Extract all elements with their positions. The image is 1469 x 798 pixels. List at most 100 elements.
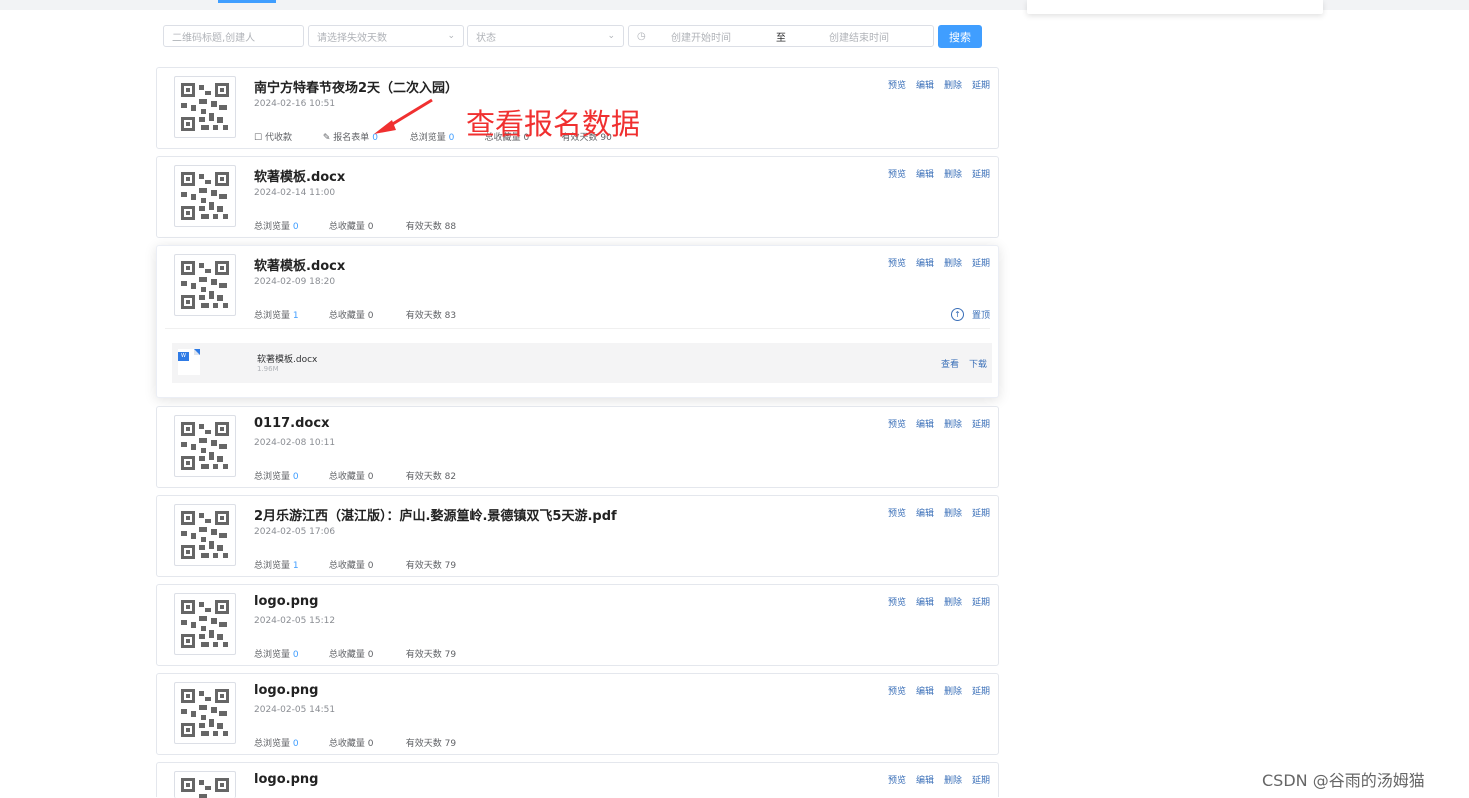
days-stat: 有效天数 79	[406, 647, 456, 660]
delete-link[interactable]: 删除	[944, 81, 962, 91]
delete-link[interactable]: 删除	[944, 687, 962, 697]
pin-to-top-button[interactable]: ↑ 置顶	[950, 308, 990, 321]
clock-icon: ◷	[637, 30, 646, 42]
qr-code-icon	[174, 254, 236, 316]
days-count: 82	[444, 472, 457, 482]
attachment-name: 软著模板.docx	[257, 355, 318, 365]
extend-link[interactable]: 延期	[972, 509, 990, 519]
pin-label: 置顶	[971, 311, 990, 321]
preview-link[interactable]: 预览	[888, 170, 906, 180]
edit-link[interactable]: 编辑	[916, 598, 934, 608]
card-actions: 预览 编辑 删除 延期	[878, 684, 990, 697]
views-stat: 总浏览量 0	[254, 736, 326, 749]
watermark: CSDN @谷雨的汤姆猫	[1262, 771, 1425, 790]
delete-link[interactable]: 删除	[944, 259, 962, 269]
views-count: 0	[292, 222, 299, 232]
card-actions: 预览 编辑 删除 延期	[878, 773, 990, 786]
file-type-tag: W	[178, 352, 189, 361]
card-title: logo.png	[254, 594, 319, 609]
views-count: 0	[292, 650, 299, 660]
delete-link[interactable]: 删除	[944, 776, 962, 786]
qrcode-card: logo.png 预览 编辑 删除 延期	[156, 762, 999, 798]
card-title: logo.png	[254, 772, 319, 787]
favs-stat: 总收藏量 0	[329, 558, 403, 571]
edit-link[interactable]: 编辑	[916, 81, 934, 91]
views-count: 0	[292, 739, 299, 749]
extend-link[interactable]: 延期	[972, 776, 990, 786]
status-select[interactable]: 状态 ⌄	[467, 25, 624, 47]
card-date: 2024-02-05 14:51	[254, 705, 336, 715]
delete-link[interactable]: 删除	[944, 420, 962, 430]
active-tab-indicator	[218, 0, 276, 3]
card-date: 2024-02-05 17:06	[254, 527, 336, 537]
search-placeholder: 二维码标题,创建人	[172, 32, 256, 44]
qr-code-icon	[174, 593, 236, 655]
views-stat: 总浏览量 0	[254, 469, 326, 482]
views-label: 总浏览量	[254, 222, 291, 232]
card-title: 软著模板.docx	[254, 170, 346, 185]
favs-count: 0	[367, 222, 374, 232]
card-stats: 总浏览量 0 总收藏量 0 有效天数 79	[254, 647, 456, 660]
favs-count: 0	[367, 739, 374, 749]
qr-code-icon	[174, 415, 236, 477]
favs-stat: 总收藏量 0	[329, 219, 403, 232]
extend-link[interactable]: 延期	[972, 170, 990, 180]
preview-link[interactable]: 预览	[888, 687, 906, 697]
card-date: 2024-02-05 15:12	[254, 616, 336, 626]
preview-link[interactable]: 预览	[888, 598, 906, 608]
qrcode-card: 2月乐游江西（湛江版）：庐山.婺源篁岭.景德镇双飞5天游.pdf 2024-02…	[156, 495, 999, 577]
views-label: 总浏览量	[254, 472, 291, 482]
delete-link[interactable]: 删除	[944, 509, 962, 519]
days-label: 有效天数	[405, 650, 442, 660]
preview-link[interactable]: 预览	[888, 420, 906, 430]
views-stat: 总浏览量 1	[254, 308, 326, 321]
card-date: 2024-02-14 11:00	[254, 188, 336, 198]
card-date: 2024-02-09 18:20	[254, 277, 336, 287]
days-select[interactable]: 请选择失效天数 ⌄	[308, 25, 464, 47]
edit-link[interactable]: 编辑	[916, 170, 934, 180]
search-input[interactable]: 二维码标题,创建人	[163, 25, 304, 47]
download-file-link[interactable]: 下载	[969, 360, 987, 370]
extend-link[interactable]: 延期	[972, 420, 990, 430]
attachment-actions: 查看 下载	[931, 357, 987, 370]
preview-link[interactable]: 预览	[888, 81, 906, 91]
views-label: 总浏览量	[254, 561, 291, 571]
edit-link[interactable]: 编辑	[916, 259, 934, 269]
card-actions: 预览 编辑 删除 延期	[878, 417, 990, 430]
view-file-link[interactable]: 查看	[941, 360, 959, 370]
extend-link[interactable]: 延期	[972, 259, 990, 269]
qrcode-card: logo.png 2024-02-05 14:51 总浏览量 0 总收藏量 0 …	[156, 673, 999, 755]
date-range-picker[interactable]: ◷ 创建开始时间 至 创建结束时间	[628, 25, 934, 47]
preview-link[interactable]: 预览	[888, 259, 906, 269]
views-stat: 总浏览量 1	[254, 558, 326, 571]
extend-link[interactable]: 延期	[972, 598, 990, 608]
edit-link[interactable]: 编辑	[916, 509, 934, 519]
edit-link[interactable]: 编辑	[916, 687, 934, 697]
search-button[interactable]: 搜索	[938, 25, 982, 48]
start-time-placeholder[interactable]: 创建开始时间	[671, 29, 731, 44]
card-actions: 预览 编辑 删除 延期	[878, 167, 990, 180]
edit-link[interactable]: 编辑	[916, 776, 934, 786]
favs-stat: 总收藏量 0	[329, 469, 403, 482]
card-title: 2月乐游江西（湛江版）：庐山.婺源篁岭.景德镇双飞5天游.pdf	[254, 509, 617, 524]
extend-link[interactable]: 延期	[972, 81, 990, 91]
favs-count: 0	[367, 311, 374, 321]
extend-link[interactable]: 延期	[972, 687, 990, 697]
qrcode-card: logo.png 2024-02-05 15:12 总浏览量 0 总收藏量 0 …	[156, 584, 999, 666]
favs-stat: 总收藏量 0	[329, 647, 403, 660]
delete-link[interactable]: 删除	[944, 598, 962, 608]
annotation-text: 查看报名数据	[466, 107, 641, 141]
days-label: 有效天数	[405, 222, 442, 232]
qr-code-icon	[174, 76, 236, 138]
end-time-placeholder[interactable]: 创建结束时间	[829, 29, 889, 44]
card-stats: 总浏览量 1 总收藏量 0 有效天数 83	[254, 308, 456, 321]
delete-link[interactable]: 删除	[944, 170, 962, 180]
views-label: 总浏览量	[254, 311, 291, 321]
views-count: 0	[292, 472, 299, 482]
edit-link[interactable]: 编辑	[916, 420, 934, 430]
views-label: 总浏览量	[254, 650, 291, 660]
preview-link[interactable]: 预览	[888, 776, 906, 786]
preview-link[interactable]: 预览	[888, 509, 906, 519]
favs-label: 总收藏量	[328, 311, 365, 321]
arrow-up-circle-icon: ↑	[950, 308, 964, 321]
